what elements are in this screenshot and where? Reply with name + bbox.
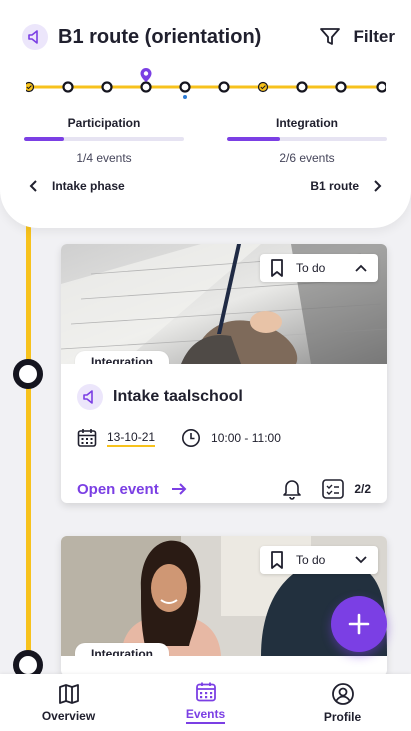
calendar-icon (77, 429, 97, 447)
step-5 (179, 81, 191, 93)
speaker-icon (77, 384, 103, 410)
event-date: 13-10-21 (107, 430, 156, 447)
todo-dropdown[interactable]: To do (260, 546, 378, 574)
nav-events[interactable]: Events (137, 674, 274, 731)
checklist-count: 2/2 (354, 482, 371, 496)
nav-profile[interactable]: Profile (274, 674, 411, 731)
nav-events-label: Events (185, 707, 226, 724)
current-step-dot (183, 95, 187, 99)
step-2 (62, 81, 74, 93)
step-6 (218, 81, 230, 93)
arrow-right-icon (171, 483, 187, 495)
chevron-left-icon[interactable] (26, 178, 42, 194)
profile-icon (331, 682, 354, 705)
chevron-down-icon (355, 556, 367, 564)
open-event-label: Open event (77, 480, 159, 498)
previous-phase-link[interactable]: Intake phase (52, 179, 125, 193)
plus-icon (348, 613, 370, 635)
event-body: Intake taalschool 13-10-21 10:00 - 11:00… (61, 364, 387, 503)
next-phase[interactable]: B1 route (310, 178, 385, 194)
step-9 (335, 81, 347, 93)
filter-icon (320, 28, 341, 45)
category-tag: Integration (75, 351, 169, 364)
event-schedule: 13-10-21 10:00 - 11:00 (77, 428, 371, 448)
participation-count: 1/4 events (76, 151, 132, 165)
step-1[interactable] (26, 81, 35, 93)
nav-overview-label: Overview (41, 708, 96, 723)
timeline-node (13, 359, 43, 389)
event-time: 10:00 - 11:00 (211, 431, 281, 445)
step-7[interactable] (257, 81, 269, 93)
todo-dropdown[interactable]: To do (260, 254, 378, 282)
integration-track (227, 137, 387, 141)
route-header: B1 route (orientation) Filter Participat… (0, 0, 411, 228)
calendar-icon (195, 682, 216, 702)
participation-fill (24, 137, 64, 141)
bottom-navigation: Overview Events Profile (0, 674, 411, 731)
page-title: B1 route (orientation) (58, 25, 262, 48)
clock-icon (182, 429, 201, 447)
filter-button[interactable]: Filter (319, 27, 395, 47)
integration-label: Integration (276, 116, 338, 130)
participation-label: Participation (67, 116, 141, 130)
integration-progress: Integration 2/6 events (227, 116, 387, 165)
event-photo: To do Integration (61, 244, 387, 364)
integration-count: 2/6 events (279, 151, 335, 165)
event-actions: Open event 2/2 (77, 478, 371, 500)
step-3 (101, 81, 113, 93)
next-phase-link[interactable]: B1 route (310, 179, 359, 193)
event-title: Intake taalschool (113, 388, 243, 405)
bookmark-icon (271, 259, 283, 277)
event-title-row: Intake taalschool (77, 384, 371, 410)
open-event-button[interactable]: Open event (77, 481, 187, 498)
phase-navigation: Intake phase B1 route (26, 175, 385, 197)
step-4 (140, 81, 152, 93)
bookmark-icon (271, 551, 283, 569)
map-icon (58, 683, 79, 704)
participation-progress: Participation 1/4 events (24, 116, 184, 165)
title-row: B1 route (orientation) Filter (22, 22, 395, 52)
current-step-pin-icon (140, 68, 152, 82)
step-8 (296, 81, 308, 93)
todo-label: To do (296, 261, 326, 275)
todo-label: To do (296, 553, 326, 567)
nav-overview[interactable]: Overview (0, 674, 137, 731)
add-event-button[interactable] (331, 596, 387, 652)
category-tag: Integration (75, 643, 169, 656)
chevron-up-icon (355, 264, 367, 272)
chevron-right-icon[interactable] (369, 178, 385, 194)
speaker-icon (22, 24, 48, 50)
integration-fill (227, 137, 281, 141)
progress-bars: Participation 1/4 events Integration 2/6… (24, 116, 387, 176)
nav-profile-label: Profile (323, 709, 362, 724)
filter-label: Filter (353, 27, 395, 46)
bell-icon[interactable] (282, 478, 302, 500)
participation-track (24, 137, 184, 141)
step-10 (376, 81, 386, 93)
timeline-line (26, 200, 31, 680)
event-card[interactable]: To do Integration Intake taalschool 13-1… (61, 244, 387, 503)
route-stepper[interactable] (26, 68, 386, 102)
checklist-icon[interactable] (322, 479, 345, 499)
